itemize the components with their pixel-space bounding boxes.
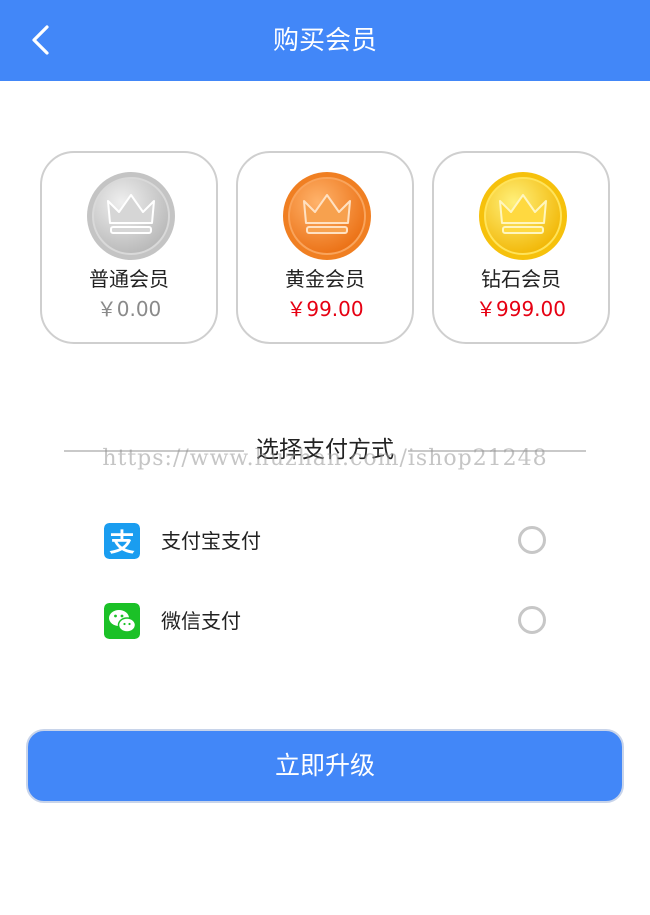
radio-alipay[interactable] [518, 526, 546, 554]
svg-text:支: 支 [109, 528, 134, 557]
tier-card-gold[interactable]: 黄金会员 ￥99.00 [236, 151, 414, 344]
tier-name: 普通会员 [89, 267, 169, 291]
tier-name: 黄金会员 [285, 267, 365, 291]
tier-price: ￥999.00 [476, 297, 566, 321]
tier-price: ￥99.00 [286, 297, 364, 321]
orange-crown-medal-icon [283, 172, 371, 260]
header-bar: 购买会员 [0, 0, 650, 81]
payment-option-alipay[interactable]: 支 支付宝支付 [104, 521, 546, 561]
silver-crown-medal-icon [87, 172, 175, 260]
membership-tier-list: 普通会员 ￥0.00 黄金会员 ￥99.00 钻石会员 ￥999.00 [40, 151, 610, 344]
payment-label: 支付宝支付 [161, 529, 261, 553]
payment-option-wechat[interactable]: 微信支付 [104, 601, 546, 641]
gold-crown-medal-icon [479, 172, 567, 260]
payment-label: 微信支付 [161, 609, 241, 633]
tier-card-diamond[interactable]: 钻石会员 ￥999.00 [432, 151, 610, 344]
tier-name: 钻石会员 [481, 267, 561, 291]
upgrade-button[interactable]: 立即升级 [26, 729, 624, 803]
tier-price: ￥0.00 [96, 297, 162, 321]
tier-card-normal[interactable]: 普通会员 ￥0.00 [40, 151, 218, 344]
payment-section-title: 选择支付方式 [256, 437, 394, 463]
alipay-icon: 支 [104, 523, 140, 559]
radio-wechat[interactable] [518, 606, 546, 634]
wechat-icon [104, 603, 140, 639]
page-title: 购买会员 [272, 26, 377, 56]
